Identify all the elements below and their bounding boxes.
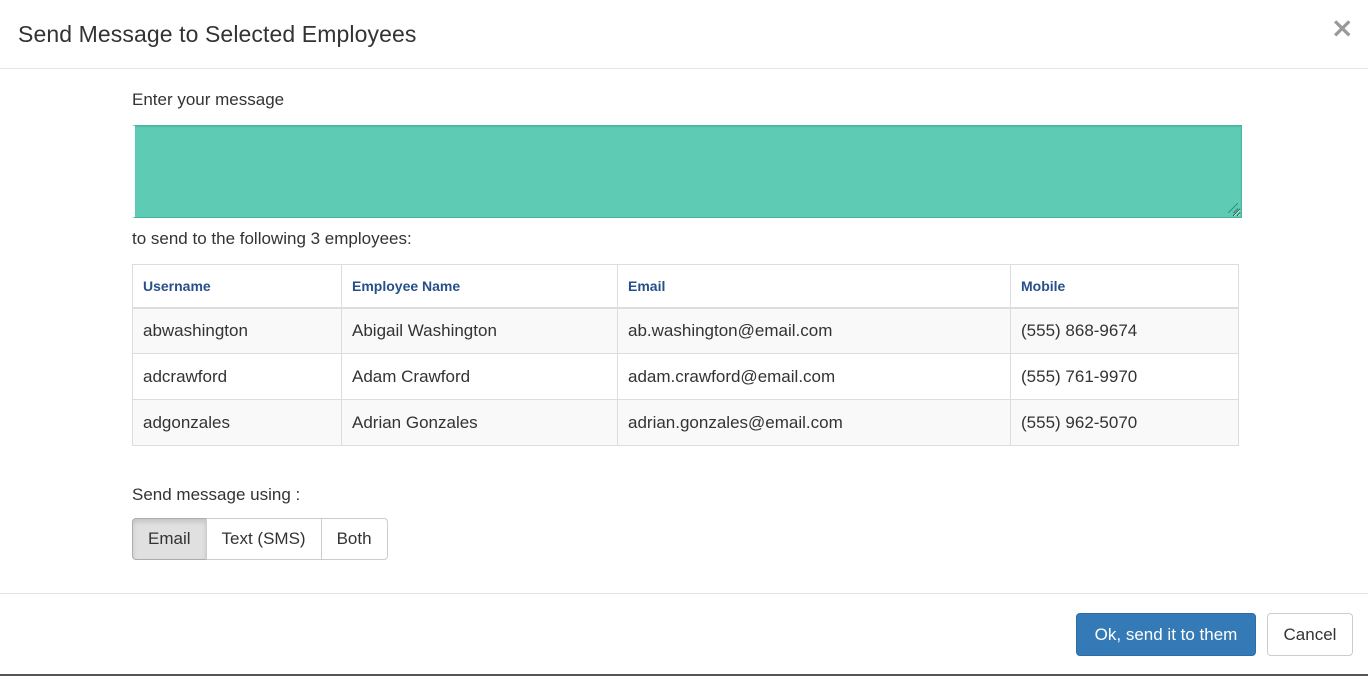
send-method-toggle-group: Email Text (SMS) Both <box>132 518 388 560</box>
cell-email: ab.washington@email.com <box>617 307 1011 354</box>
cell-mobile: (555) 868-9674 <box>1010 307 1239 354</box>
employees-table: Username Employee Name Email Mobile abwa… <box>132 264 1239 446</box>
table-row: adgonzales Adrian Gonzales adrian.gonzal… <box>132 399 1239 446</box>
resize-grip-icon[interactable] <box>1228 203 1238 213</box>
send-message-modal: Send Message to Selected Employees × Ent… <box>0 0 1368 676</box>
send-using-label: Send message using : <box>132 485 301 504</box>
modal-header: Send Message to Selected Employees × <box>0 0 1368 69</box>
column-header-email[interactable]: Email <box>617 264 1011 309</box>
modal-title: Send Message to Selected Employees <box>18 20 417 47</box>
cell-mobile: (555) 761-9970 <box>1010 353 1239 400</box>
table-header-row: Username Employee Name Email Mobile <box>132 264 1239 309</box>
cell-mobile: (555) 962-5070 <box>1010 399 1239 446</box>
cell-username: adgonzales <box>132 399 342 446</box>
cell-employee-name: Abigail Washington <box>341 307 618 354</box>
column-header-mobile[interactable]: Mobile <box>1010 264 1239 309</box>
cell-email: adam.crawford@email.com <box>617 353 1011 400</box>
cell-employee-name: Adam Crawford <box>341 353 618 400</box>
close-icon[interactable]: × <box>1331 14 1354 42</box>
send-method-both-button[interactable]: Both <box>320 518 388 560</box>
table-row: adcrawford Adam Crawford adam.crawford@e… <box>132 353 1239 400</box>
cancel-button[interactable]: Cancel <box>1267 613 1353 656</box>
ok-send-button[interactable]: Ok, send it to them <box>1076 613 1256 656</box>
table-row: abwashington Abigail Washington ab.washi… <box>132 307 1239 354</box>
modal-footer: Ok, send it to them Cancel <box>0 593 1368 674</box>
recipients-label: to send to the following 3 employees: <box>132 229 412 248</box>
send-method-sms-button[interactable]: Text (SMS) <box>205 518 322 560</box>
cell-email: adrian.gonzales@email.com <box>617 399 1011 446</box>
send-method-email-button[interactable]: Email <box>132 518 207 560</box>
column-header-employee-name[interactable]: Employee Name <box>341 264 618 309</box>
cell-username: abwashington <box>132 307 342 354</box>
message-textarea[interactable] <box>132 125 1242 218</box>
cell-username: adcrawford <box>132 353 342 400</box>
cell-employee-name: Adrian Gonzales <box>341 399 618 446</box>
message-label: Enter your message <box>132 90 285 109</box>
column-header-username[interactable]: Username <box>132 264 342 309</box>
